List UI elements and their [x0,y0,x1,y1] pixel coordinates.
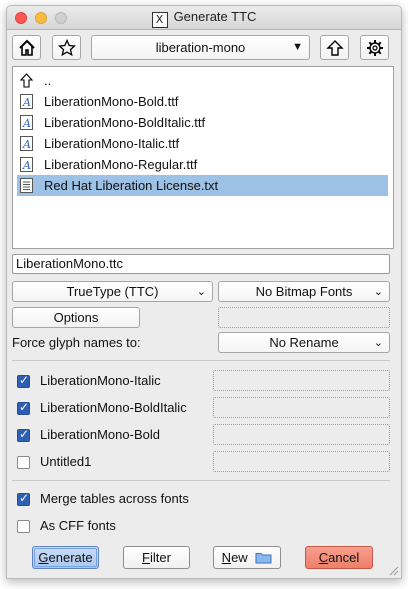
force-glyph-label: Force glyph names to: [12,335,141,350]
file-name: LiberationMono-Italic.ttf [44,136,180,151]
merge-tables-label: Merge tables across fonts [40,491,189,506]
x11-icon: X [151,12,168,28]
file-row[interactable]: A LiberationMono-Italic.ttf [17,133,388,154]
chevron-down-icon: ⌄ [373,286,383,298]
force-glyph-dropdown[interactable]: No Rename ⌄ [218,332,390,353]
bookmark-button[interactable] [52,35,81,60]
cff-label: As CFF fonts [40,518,116,533]
text-file-icon [20,178,33,193]
window-title: X Generate TTC [7,9,401,28]
font-label-2: LiberationMono-BoldItalic [40,400,187,415]
font-label-3: LiberationMono-Bold [40,427,160,442]
font-checkbox-1[interactable] [17,373,30,388]
font-checkbox-4[interactable] [17,456,30,469]
filter-label: ilter [150,550,171,565]
font-checkbox-3[interactable] [17,427,30,442]
cancel-label: ancel [328,550,360,565]
file-row[interactable]: A LiberationMono-Regular.ttf [17,154,388,175]
font-type-value: TrueType (TTC) [66,284,159,299]
title-bar: X Generate TTC [7,6,401,30]
chevron-down-icon: ▼ [292,41,303,53]
folder-icon [255,553,272,564]
font-checkbox-2[interactable] [17,400,30,415]
home-icon [18,39,35,56]
merge-tables-checkbox[interactable] [17,491,30,506]
bitmap-value: No Bitmap Fonts [255,284,353,299]
cancel-button[interactable]: Cancel [305,546,373,569]
new-mnemonic: N [221,550,232,565]
separator [12,360,390,361]
filename-value: LiberationMono.ttc [16,256,123,271]
svg-text:A: A [22,138,31,151]
new-folder-button[interactable]: New [213,546,281,569]
font-file-icon: A [20,115,33,130]
options-placeholder-field [218,307,390,328]
parent-directory-button[interactable] [320,35,349,60]
font-label-4: Untitled1 [40,454,92,469]
star-icon [57,39,76,57]
file-list[interactable]: .. A LiberationMono-Bold.ttf A Liberatio… [12,66,394,249]
font-field-4[interactable] [213,451,390,472]
svg-text:A: A [22,96,31,109]
file-name: LiberationMono-Regular.ttf [44,157,198,172]
bitmap-dropdown[interactable]: No Bitmap Fonts ⌄ [218,281,390,302]
font-file-icon: A [20,157,33,172]
force-glyph-value: No Rename [269,335,339,350]
home-button[interactable] [12,35,41,60]
font-label-1: LiberationMono-Italic [40,373,161,388]
svg-text:A: A [22,159,31,172]
gear-icon [366,40,383,56]
file-row[interactable]: A LiberationMono-BoldItalic.ttf [17,112,388,133]
file-row-parent[interactable]: .. [17,70,388,91]
filter-button[interactable]: Filter [123,546,190,569]
options-label: Options [53,310,99,325]
new-label: ew [231,550,248,565]
options-button[interactable]: Options [12,307,140,328]
window-title-text: Generate TTC [173,9,257,24]
generate-mnemonic: G [38,550,49,565]
resize-grip-icon[interactable] [389,566,399,576]
cff-checkbox[interactable] [17,520,30,533]
file-name: .. [44,73,52,88]
file-name: LiberationMono-BoldItalic.ttf [44,115,206,130]
generate-ttc-dialog: X Generate TTC liberation-mono ▼ .. A Lib… [6,5,402,579]
filter-mnemonic: F [142,550,150,565]
font-file-icon: A [20,94,33,109]
font-type-dropdown[interactable]: TrueType (TTC) ⌄ [12,281,213,302]
settings-button[interactable] [360,35,389,60]
filename-input[interactable]: LiberationMono.ttc [12,254,390,274]
directory-value: liberation-mono [155,40,246,55]
file-row-selected[interactable]: Red Hat Liberation License.txt [17,175,388,196]
up-arrow-icon [325,40,344,56]
separator [12,480,390,481]
cancel-mnemonic: C [318,550,329,565]
chevron-down-icon: ⌄ [196,286,206,298]
up-arrow-icon [20,73,33,88]
font-field-2[interactable] [213,397,390,418]
chevron-down-icon: ⌄ [373,337,383,349]
file-name: Red Hat Liberation License.txt [44,178,219,193]
svg-text:A: A [22,117,31,130]
generate-label: enerate [48,550,93,565]
font-field-3[interactable] [213,424,390,445]
font-field-1[interactable] [213,370,390,391]
generate-button[interactable]: Generate [32,546,99,569]
font-file-icon: A [20,136,33,151]
file-row[interactable]: A LiberationMono-Bold.ttf [17,91,388,112]
file-name: LiberationMono-Bold.ttf [44,94,179,109]
directory-dropdown[interactable]: liberation-mono ▼ [91,35,310,60]
